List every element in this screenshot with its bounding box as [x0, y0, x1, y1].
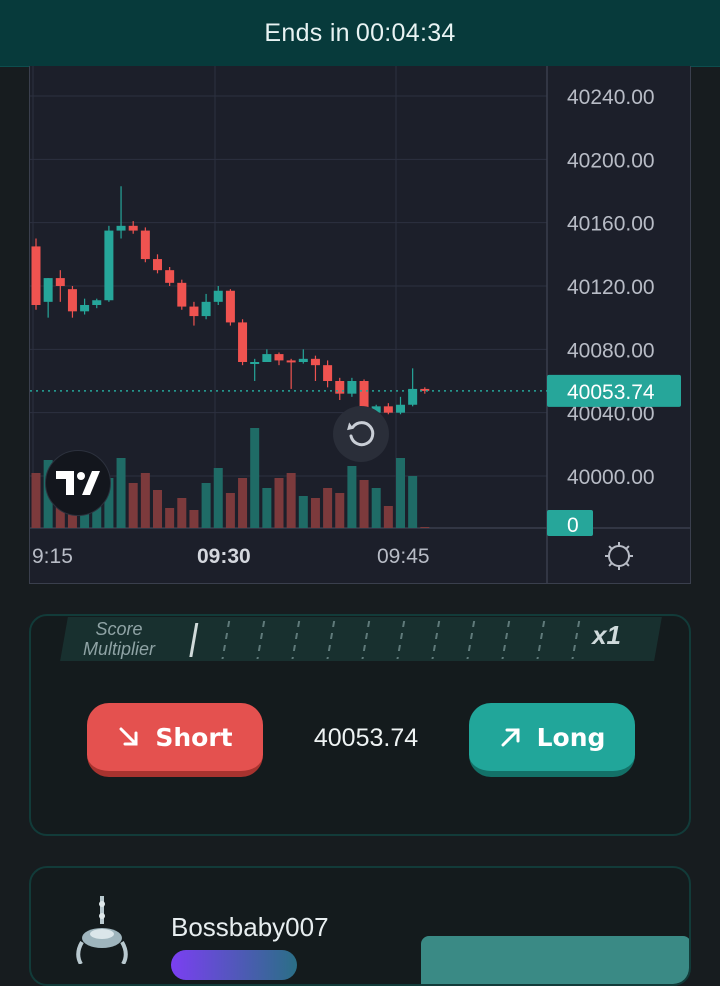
candle-body	[80, 305, 90, 312]
candle-body	[323, 365, 333, 381]
candle-body	[347, 381, 357, 394]
user-level-badge	[171, 950, 297, 980]
long-button[interactable]: Long	[469, 703, 635, 777]
candle-body	[238, 322, 248, 362]
tradingview-logo-icon	[56, 471, 100, 495]
volume-bar	[140, 473, 150, 528]
candle-body	[274, 354, 284, 361]
username: Bossbaby007	[171, 912, 329, 942]
volume-bar	[335, 493, 345, 528]
candle-body	[31, 246, 41, 305]
volume-bar	[347, 466, 357, 528]
claw-machine-icon	[76, 896, 128, 964]
volume-bar	[420, 527, 430, 528]
multiplier-value: x1	[592, 620, 621, 650]
volume-bar	[250, 428, 260, 528]
y-tick-label: 40000.00	[567, 466, 655, 489]
volume-bar	[31, 473, 41, 528]
candle-body	[298, 358, 308, 362]
candlestick-chart-svg[interactable]: 40240.00 40200.00 40160.00 40120.00 40080.00…	[30, 66, 691, 584]
volume-bar	[323, 488, 333, 528]
candle-body	[189, 306, 199, 317]
volume-bar	[165, 508, 175, 528]
candle-body	[262, 354, 272, 362]
candle-body	[213, 290, 223, 302]
candle-body	[396, 404, 405, 413]
volume-bar	[383, 506, 393, 528]
volume-bar	[153, 490, 162, 528]
candle-body	[310, 358, 320, 366]
user-card: Bossbaby007	[29, 866, 691, 986]
current-price: 40053.74	[313, 724, 419, 752]
price-chart[interactable]: 40240.00 40200.00 40160.00 40120.00 40080.00…	[29, 66, 691, 584]
volume-bar	[359, 480, 369, 528]
current-price-label: 40053.74	[567, 381, 655, 404]
candle-body	[250, 362, 260, 364]
volume-bar	[310, 498, 320, 528]
volume-bar	[396, 458, 405, 528]
candle-body	[225, 290, 235, 323]
short-button-label: Short	[155, 722, 233, 752]
score-multiplier-label: Score Multiplier	[82, 619, 156, 659]
candle-body	[201, 301, 211, 317]
candle-body	[286, 360, 296, 363]
volume-bar	[213, 468, 223, 528]
chart-settings-icon[interactable]	[605, 542, 633, 570]
volume-bar	[189, 510, 199, 528]
long-button-label: Long	[536, 722, 606, 752]
volume-bar	[116, 458, 126, 528]
arrow-down-right-icon	[119, 727, 138, 746]
y-tick-label: 40200.00	[567, 149, 655, 172]
x-tick-label: 09:45	[377, 545, 430, 568]
reset-icon	[347, 421, 375, 447]
volume-bar	[298, 496, 308, 528]
candle-body	[383, 406, 393, 413]
y-tick-label: 40120.00	[567, 276, 655, 299]
candle-body	[104, 230, 114, 301]
y-tick-label: 40080.00	[567, 339, 655, 362]
arrow-up-right-icon	[501, 728, 520, 747]
candle-body	[92, 300, 102, 305]
candle-body	[67, 289, 77, 312]
tradingview-logo	[45, 450, 111, 516]
volume-bar	[286, 473, 296, 528]
y-tick-label: 40160.00	[567, 213, 655, 236]
candle-body	[55, 278, 65, 286]
countdown-banner: Ends in 00:04:34	[0, 0, 720, 67]
volume-bar	[225, 493, 235, 528]
countdown-timer: 00:04:34	[355, 18, 456, 47]
x-tick-label: 09:30	[197, 545, 251, 568]
candle-body	[153, 259, 162, 271]
volume-bar	[201, 483, 211, 528]
y-tick-label: 40240.00	[567, 86, 655, 109]
candle-body	[335, 381, 345, 394]
volume-bar	[274, 478, 284, 528]
score-multiplier-card: Score Multiplier x1 Short 40053.74 Long	[29, 614, 691, 836]
x-tick-label: 9:15	[32, 545, 73, 568]
volume-bar	[371, 488, 381, 528]
candle-body	[177, 282, 187, 307]
user-action-button[interactable]	[421, 936, 689, 984]
volume-bar	[408, 476, 418, 528]
candle-body	[116, 225, 126, 231]
volume-bar	[238, 478, 248, 528]
volume-bar	[128, 483, 138, 528]
short-button[interactable]: Short	[87, 703, 263, 777]
volume-bar	[262, 488, 272, 528]
volume-label: 0	[567, 514, 579, 537]
candle-body	[43, 278, 53, 302]
candle-body	[140, 230, 150, 260]
reset-chart-button[interactable]	[333, 406, 389, 462]
volume-bar	[177, 498, 187, 528]
countdown-prefix: Ends in	[264, 18, 350, 47]
candle-body	[128, 225, 138, 231]
candle-body	[165, 270, 175, 283]
